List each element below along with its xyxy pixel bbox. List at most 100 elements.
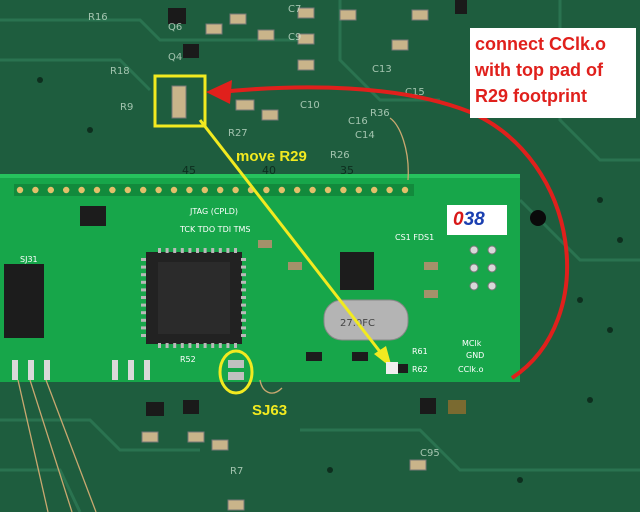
svg-text:Q6: Q6 <box>168 22 182 33</box>
cpld-lead <box>188 248 192 253</box>
svg-text:R7: R7 <box>230 466 243 477</box>
svg-text:C95: C95 <box>420 448 440 459</box>
cpld-lead <box>141 318 146 322</box>
cpld-lead <box>226 248 230 253</box>
cpld-lead <box>241 273 246 277</box>
header-pin <box>355 186 362 194</box>
header-pin <box>47 186 54 194</box>
svg-text:R27: R27 <box>228 128 248 139</box>
cpld-lead <box>141 265 146 269</box>
svg-text:35: 35 <box>340 164 354 177</box>
header-pin <box>217 186 224 194</box>
cpld-lead <box>141 288 146 292</box>
cpld-lead <box>141 311 146 315</box>
header-pin <box>16 186 24 194</box>
callout-line-3: R29 footprint <box>475 86 587 106</box>
header-pin <box>109 186 116 194</box>
svg-text:R18: R18 <box>110 66 130 77</box>
cpld-lead <box>203 343 207 348</box>
daughterboard <box>0 174 520 382</box>
cpld-lead <box>218 343 222 348</box>
header-pin <box>401 186 409 194</box>
cpld-lead <box>234 248 237 253</box>
svg-text:R16: R16 <box>88 12 108 23</box>
r29-target-pad <box>386 362 398 374</box>
top-small-ic <box>80 206 106 226</box>
cpld-lead <box>141 326 146 330</box>
header-pin <box>278 186 285 194</box>
svg-text:R62: R62 <box>412 365 428 374</box>
smd-capacitor <box>424 290 438 298</box>
svg-text:45: 45 <box>182 164 196 177</box>
svg-text:C10: C10 <box>300 100 320 111</box>
svg-text:GND: GND <box>466 351 484 360</box>
svg-text:MClk: MClk <box>462 339 482 348</box>
cpld-lead <box>241 303 246 307</box>
cpld-lead <box>226 343 230 348</box>
header-pin <box>386 186 393 194</box>
cpld-lead <box>173 343 177 348</box>
svg-text:C16: C16 <box>348 116 368 127</box>
annotated-pcb-photo: R16 R18 R9 Q6 Q4 C7 C9 C13 C15 R36 C14 C16 R27 C1… <box>0 0 640 512</box>
header-pin <box>124 186 131 194</box>
header-pin <box>32 186 39 194</box>
cpld-lead <box>196 248 199 253</box>
board-id-first: 0 <box>453 209 464 230</box>
svg-text:R52: R52 <box>180 355 196 364</box>
callout-line-2: with top pad of <box>475 60 603 80</box>
cpld-lead <box>158 343 161 348</box>
cpld-lead <box>141 273 146 277</box>
svg-text:R26: R26 <box>330 150 350 161</box>
header-pin <box>232 186 239 194</box>
header-pin <box>78 186 85 194</box>
board-id-rest: 38 <box>463 209 485 230</box>
header-pin <box>263 186 270 194</box>
cpld-lead <box>241 280 246 284</box>
cpld-lead <box>180 343 184 348</box>
header-pin <box>93 186 101 194</box>
header-pin <box>155 186 162 194</box>
mounting-hole <box>530 210 546 226</box>
cpld-lead <box>218 248 222 253</box>
cpld-lead <box>173 248 177 253</box>
cpld-lead <box>141 334 146 337</box>
connect-instruction-callout: connect CClk.o with top pad of R29 footp… <box>470 28 636 118</box>
cpld-lead <box>180 248 184 253</box>
cpld-lead <box>158 248 161 253</box>
svg-text:CS1 FDS1: CS1 FDS1 <box>395 233 434 242</box>
cpld-lead <box>188 343 192 348</box>
header-pin <box>186 186 193 194</box>
smd-capacitor <box>424 262 438 270</box>
svg-text:JTAG (CPLD): JTAG (CPLD) <box>189 207 238 216</box>
header-pin <box>294 186 301 194</box>
cpld-lead <box>241 288 246 292</box>
cpld-lead <box>165 343 169 348</box>
smd-resistor <box>306 352 322 361</box>
svg-text:Q4: Q4 <box>168 52 182 63</box>
svg-text:TCK TDO TDI TMS: TCK TDO TDI TMS <box>179 225 251 234</box>
svg-text:SJ31: SJ31 <box>20 255 38 264</box>
header-pin <box>371 186 378 194</box>
svg-text:C13: C13 <box>372 64 392 75</box>
cpld-lead <box>165 248 169 253</box>
header-pin <box>340 186 347 194</box>
board-id-sticker: 038 <box>447 205 507 235</box>
cpld-lead <box>141 258 146 261</box>
svg-text:40: 40 <box>262 164 276 177</box>
smd-capacitor <box>288 262 302 270</box>
cpld-lead <box>241 326 246 330</box>
svg-text:CClk.o: CClk.o <box>458 365 484 374</box>
svg-text:R9: R9 <box>120 102 133 113</box>
right-ic <box>340 252 374 290</box>
cpld-lead <box>241 265 246 269</box>
cpld-lead <box>241 296 246 299</box>
smd-resistor <box>352 352 368 361</box>
header-pin <box>324 186 332 194</box>
cpld-lead <box>141 296 146 299</box>
svg-text:R61: R61 <box>412 347 428 356</box>
header-pin <box>62 186 70 194</box>
move-r29-label: move R29 <box>236 148 307 165</box>
header-pin <box>201 186 208 194</box>
svg-text:C9: C9 <box>288 32 301 43</box>
header-pin <box>140 186 147 194</box>
